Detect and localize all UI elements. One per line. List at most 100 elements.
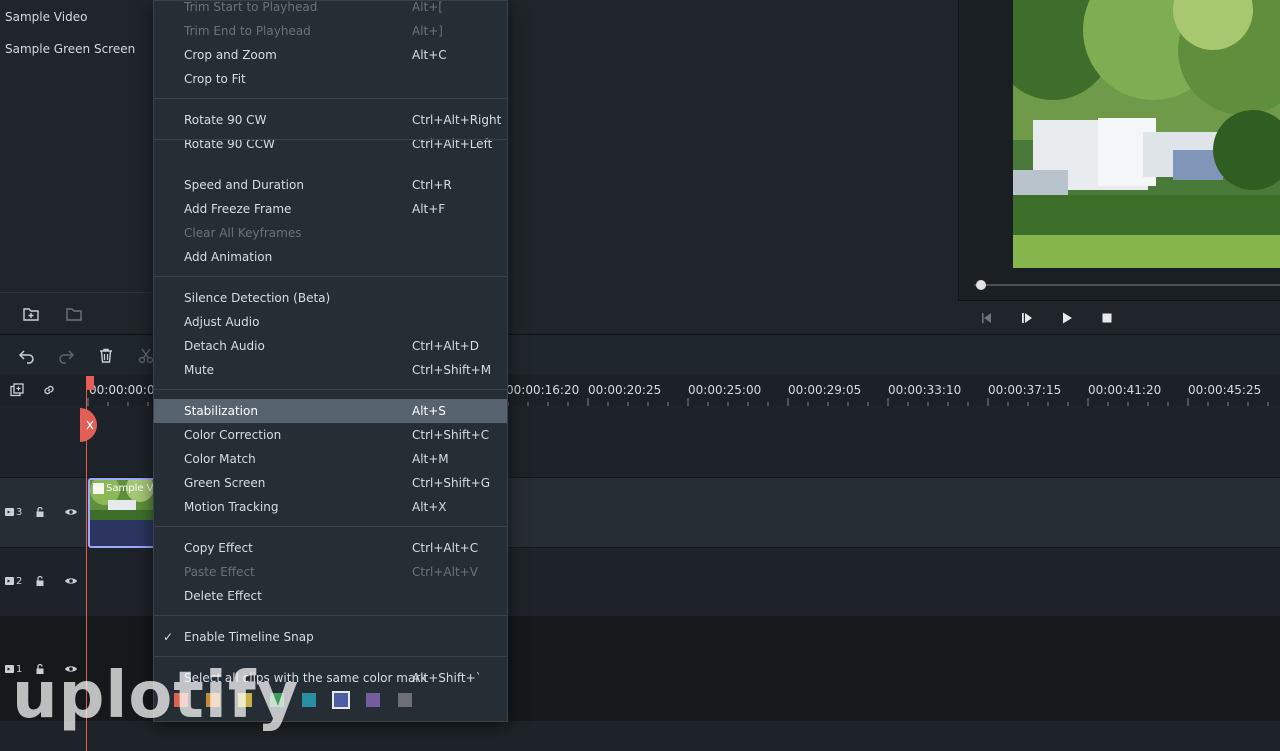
menu-separator <box>154 98 507 99</box>
add-track-icon[interactable] <box>10 383 24 397</box>
menu-item-label: Paste Effect <box>184 565 255 579</box>
menu-item-copy-effect[interactable]: Copy Effect Ctrl+Alt+C <box>154 536 507 560</box>
ruler-label: 00:00:37:15 <box>988 383 1062 397</box>
menu-separator <box>154 276 507 277</box>
menu-item-speed-and-duration[interactable]: Speed and Duration Ctrl+R <box>154 173 507 197</box>
context-menu: Trim Start to Playhead Alt+[ Trim End to P… <box>153 0 508 722</box>
menu-item-label: Trim Start to Playhead <box>184 0 318 14</box>
menu-separator <box>154 656 507 657</box>
stop-icon[interactable] <box>1100 311 1114 325</box>
new-folder-icon[interactable] <box>22 305 40 323</box>
menu-item-adjust-audio[interactable]: Adjust Audio <box>154 310 507 334</box>
menu-item-trim-start-to-playhead: Trim Start to Playhead Alt+[ <box>154 0 507 19</box>
menu-item-label: Crop to Fit <box>184 72 246 86</box>
color-mark-swatch[interactable] <box>302 693 316 707</box>
menu-item-clear-all-keyframes: Clear All Keyframes <box>154 221 507 245</box>
link-icon[interactable] <box>42 383 56 397</box>
lock-icon[interactable] <box>33 505 47 519</box>
menu-item-label: Copy Effect <box>184 541 253 555</box>
menu-item-shortcut: Ctrl+Alt+V <box>412 565 478 579</box>
eye-icon[interactable] <box>64 574 78 588</box>
ruler-label: 00:00:29:05 <box>788 383 862 397</box>
menu-item-add-animation[interactable]: Add Animation <box>154 245 507 269</box>
menu-item-label: Add Freeze Frame <box>184 202 292 216</box>
track-number: 2 <box>16 576 23 587</box>
menu-item-shortcut: Ctrl+R <box>412 178 452 192</box>
menu-item-shortcut: Ctrl+Shift+C <box>412 428 490 442</box>
delete-icon[interactable] <box>97 347 115 365</box>
menu-item-label: Stabilization <box>184 404 258 418</box>
player-controls <box>958 300 1280 334</box>
menu-item-shortcut: Alt+[ <box>412 0 443 14</box>
menu-item-shortcut: Ctrl+Alt+D <box>412 339 479 353</box>
menu-item-label: Motion Tracking <box>184 500 279 514</box>
ruler-label: 00:00:45:25 <box>1188 383 1262 397</box>
checkmark-icon: ✓ <box>163 630 174 644</box>
menu-item-label: Color Correction <box>184 428 282 442</box>
menu-item-motion-tracking[interactable]: Motion Tracking Alt+X <box>154 495 507 519</box>
scrubber-track[interactable] <box>974 284 1280 286</box>
step-forward-icon[interactable] <box>1020 311 1034 325</box>
track-number: 3 <box>16 507 23 518</box>
step-back-icon[interactable] <box>980 311 994 325</box>
color-mark-swatch[interactable] <box>398 693 412 707</box>
ruler-label: 00:00:00:00 <box>89 383 163 397</box>
ruler-label: 00:00:16:20 <box>506 383 580 397</box>
menu-item-label: Green Screen <box>184 476 266 490</box>
track-header-3: 3 <box>0 477 86 547</box>
menu-item-color-match[interactable]: Color Match Alt+M <box>154 447 507 471</box>
effects-panel <box>507 0 958 333</box>
menu-item-mute[interactable]: Mute Ctrl+Shift+M <box>154 358 507 382</box>
menu-item-label: Color Match <box>184 452 256 466</box>
menu-item-shortcut: Alt+X <box>412 500 447 514</box>
media-library-panel: Sample Video Sample Green Screen <box>0 0 153 333</box>
menu-item-label: Silence Detection (Beta) <box>184 291 331 305</box>
menu-item-stabilization[interactable]: Stabilization Alt+S <box>154 399 507 423</box>
ruler-label: 00:00:33:10 <box>888 383 962 397</box>
media-item-sample-video[interactable]: Sample Video <box>5 10 87 24</box>
menu-item-label: Rotate 90 CW <box>184 113 267 127</box>
menu-item-add-freeze-frame[interactable]: Add Freeze Frame Alt+F <box>154 197 507 221</box>
menu-item-label: Adjust Audio <box>184 315 260 329</box>
media-item-sample-green-screen[interactable]: Sample Green Screen <box>5 42 135 56</box>
menu-item-shortcut: Ctrl+Alt+C <box>412 541 479 555</box>
menu-item-shortcut: Ctrl+Shift+M <box>412 363 492 377</box>
play-icon[interactable] <box>1060 311 1074 325</box>
lock-icon[interactable] <box>33 574 47 588</box>
menu-item-trim-end-to-playhead: Trim End to Playhead Alt+] <box>154 19 507 43</box>
menu-item-shortcut: Alt+S <box>412 404 446 418</box>
watermark: uplotify <box>12 659 300 733</box>
menu-item-paste-effect: Paste Effect Ctrl+Alt+V <box>154 560 507 584</box>
menu-separator <box>154 389 507 390</box>
menu-item-rotate-90-cw[interactable]: Rotate 90 CW Ctrl+Alt+Right <box>154 108 507 132</box>
redo-icon[interactable] <box>57 347 75 365</box>
menu-item-crop-and-zoom[interactable]: Crop and Zoom Alt+C <box>154 43 507 67</box>
playhead-marker[interactable] <box>86 376 94 390</box>
menu-item-color-correction[interactable]: Color Correction Ctrl+Shift+C <box>154 423 507 447</box>
menu-item-crop-to-fit[interactable]: Crop to Fit <box>154 67 507 91</box>
menu-item-detach-audio[interactable]: Detach Audio Ctrl+Alt+D <box>154 334 507 358</box>
scrubber-handle[interactable] <box>976 280 986 290</box>
eye-icon[interactable] <box>64 505 78 519</box>
ruler-label: 00:00:20:25 <box>588 383 662 397</box>
menu-item-label: Mute <box>184 363 215 377</box>
menu-item-rotate-90-ccw[interactable]: Rotate 90 CCW Ctrl+Alt+Left <box>154 132 507 156</box>
scissors-icon <box>86 420 94 430</box>
menu-item-delete-effect[interactable]: Delete Effect <box>154 584 507 608</box>
clip-play-badge <box>93 483 104 494</box>
menu-item-label: Crop and Zoom <box>184 48 277 62</box>
video-clip[interactable]: Sample Vi <box>88 478 158 548</box>
color-mark-swatch[interactable] <box>366 693 380 707</box>
menu-item-silence-detection-beta[interactable]: Silence Detection (Beta) <box>154 286 507 310</box>
menu-separator <box>154 139 507 140</box>
folder-icon[interactable] <box>65 305 83 323</box>
color-mark-swatch[interactable] <box>332 691 350 709</box>
track-header-2: 2 <box>0 547 86 616</box>
menu-item-green-screen[interactable]: Green Screen Ctrl+Shift+G <box>154 471 507 495</box>
video-preview-frame <box>1013 0 1280 268</box>
menu-item-shortcut: Alt+F <box>412 202 446 216</box>
undo-icon[interactable] <box>18 347 36 365</box>
menu-item-enable-timeline-snap[interactable]: ✓ Enable Timeline Snap <box>154 625 507 649</box>
menu-item-shortcut: Ctrl+Alt+Right <box>412 113 502 127</box>
menu-item-shortcut: Alt+M <box>412 452 449 466</box>
